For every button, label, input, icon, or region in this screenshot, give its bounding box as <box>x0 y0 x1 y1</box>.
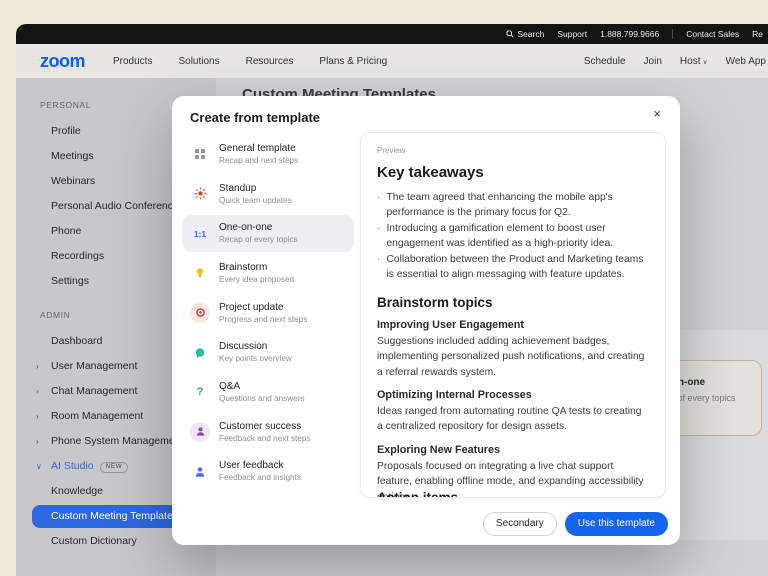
main-nav: zoom Products Solutions Resources Plans … <box>16 44 768 78</box>
general-template-icon <box>190 144 210 164</box>
chevron-down-icon: ∨ <box>702 59 707 66</box>
template-user-feedback[interactable]: User feedbackFeedback and insights <box>182 453 354 490</box>
modal-footer: Secondary Use this template <box>483 512 668 536</box>
zoom-logo[interactable]: zoom <box>40 51 85 72</box>
qa-icon: ? <box>190 382 210 402</box>
discussion-icon <box>190 343 210 363</box>
chevron-down-icon: ∨ <box>36 454 42 479</box>
search-label: Search <box>517 29 544 39</box>
project-update-icon <box>190 303 210 323</box>
brainstorm-icon <box>190 263 210 283</box>
create-from-template-modal: Create from template × General templateR… <box>172 96 680 545</box>
nav-products[interactable]: Products <box>113 56 152 67</box>
chevron-right-icon: › <box>36 379 39 404</box>
takeaway-bullet: ·Introducing a gamification element to b… <box>377 221 649 252</box>
bullet-icon: · <box>377 221 380 252</box>
bullet-icon: · <box>377 190 380 221</box>
preview-heading: Key takeaways <box>377 164 649 181</box>
use-this-template-button[interactable]: Use this template <box>565 512 668 536</box>
nav-plans-pricing[interactable]: Plans & Pricing <box>319 56 387 67</box>
takeaway-bullet: ·The team agreed that enhancing the mobi… <box>377 190 649 221</box>
topic-title: Exploring New Features <box>377 444 649 456</box>
template-one-on-one[interactable]: 1:1 One-on-oneRecap of every topics <box>182 215 354 252</box>
preview-subheading: Brainstorm topics <box>377 295 649 310</box>
template-brainstorm[interactable]: BrainstormEvery idea proposed <box>182 255 354 292</box>
template-standup[interactable]: StandupQuick team updates <box>182 176 354 213</box>
customer-success-icon <box>190 422 210 442</box>
template-customer-success[interactable]: Customer successFeedback and next steps <box>182 414 354 451</box>
template-discussion[interactable]: DiscussionKey points overview <box>182 334 354 371</box>
nav-solutions[interactable]: Solutions <box>178 56 219 67</box>
bullet-icon: · <box>377 252 380 283</box>
chevron-right-icon: › <box>36 404 39 429</box>
template-general[interactable]: General templateRecap and next steps <box>182 136 354 173</box>
template-preview-panel[interactable]: Preview Key takeaways ·The team agreed t… <box>360 132 666 498</box>
secondary-button[interactable]: Secondary <box>483 512 557 536</box>
topic-body: Ideas ranged from automating routine QA … <box>377 404 649 435</box>
takeaway-bullet: ·Collaboration between the Product and M… <box>377 252 649 283</box>
nav-links: Products Solutions Resources Plans & Pri… <box>113 56 387 67</box>
template-list: General templateRecap and next steps Sta… <box>182 136 354 493</box>
search-icon <box>506 30 514 38</box>
user-feedback-icon <box>190 462 210 482</box>
chevron-right-icon: › <box>36 429 39 454</box>
chevron-right-icon: › <box>36 354 39 379</box>
standup-icon <box>190 184 210 204</box>
new-badge: NEW <box>100 462 129 473</box>
topic-title: Optimizing Internal Processes <box>377 389 649 401</box>
topic-body: Suggestions included adding achievement … <box>377 334 649 380</box>
clipped-heading: Action items <box>377 490 458 498</box>
contact-sales-link[interactable]: Contact Sales <box>686 29 739 39</box>
support-link[interactable]: Support <box>557 29 587 39</box>
modal-title: Create from template <box>190 110 320 125</box>
close-icon[interactable]: × <box>648 105 666 123</box>
topic-title: Improving User Engagement <box>377 319 649 331</box>
nav-join[interactable]: Join <box>644 56 662 67</box>
utility-bar: Search Support 1.888.799.9666 Contact Sa… <box>16 24 768 44</box>
template-project-update[interactable]: Project updateProgress and next steps <box>182 295 354 332</box>
request-demo-link[interactable]: Re <box>752 29 763 39</box>
template-qa[interactable]: ? Q&AQuestions and answers <box>182 374 354 411</box>
one-on-one-icon: 1:1 <box>190 224 210 244</box>
nav-web-app[interactable]: Web App <box>726 56 766 67</box>
search-link[interactable]: Search <box>506 29 544 39</box>
preview-label: Preview <box>377 146 649 155</box>
nav-host[interactable]: Host∨ <box>680 56 708 67</box>
topbar-divider <box>672 29 673 39</box>
nav-schedule[interactable]: Schedule <box>584 56 626 67</box>
nav-resources[interactable]: Resources <box>246 56 294 67</box>
phone-number[interactable]: 1.888.799.9666 <box>600 29 659 39</box>
nav-right: Schedule Join Host∨ Web App <box>584 56 766 67</box>
